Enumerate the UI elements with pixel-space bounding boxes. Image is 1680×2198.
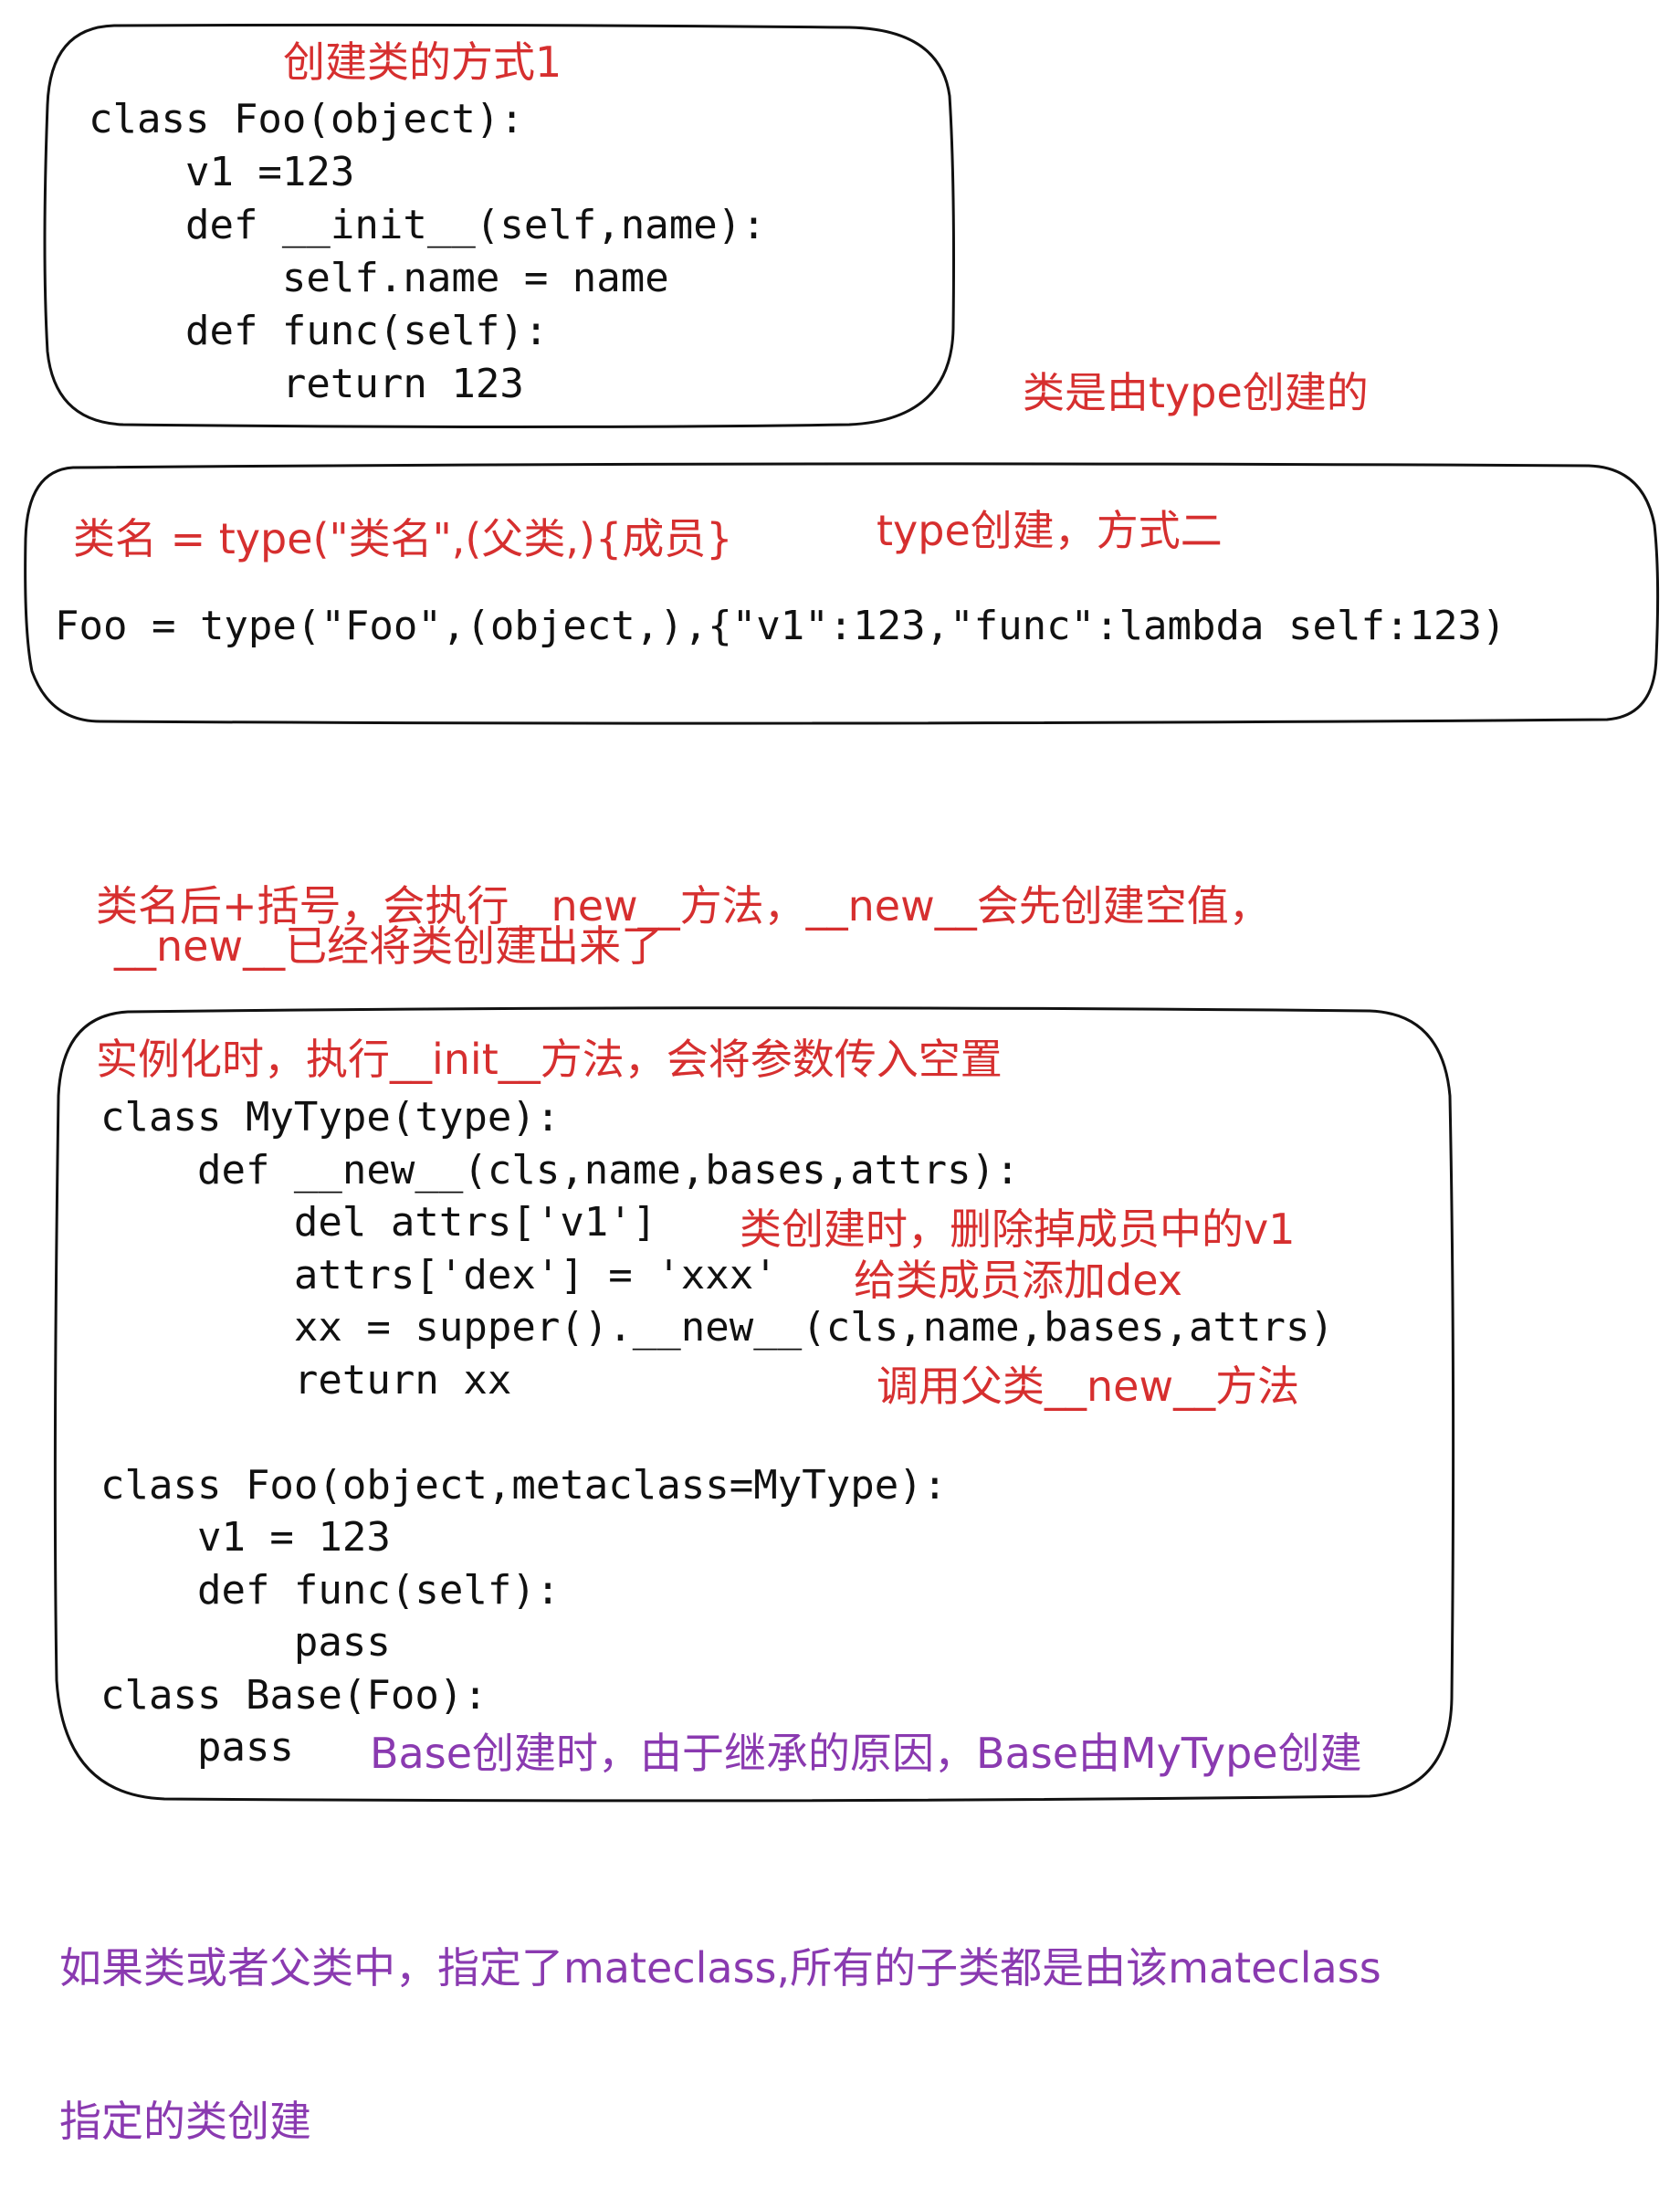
code-line: def __new__(cls,name,bases,attrs): — [100, 1146, 1020, 1194]
code-line: xx = supper().__new__(cls,name,bases,att… — [100, 1304, 1335, 1351]
box1-title: 创建类的方式1 — [283, 37, 562, 87]
code-line: v1 =123 — [89, 149, 355, 195]
annotation-add-dex: 给类成员添加dex — [854, 1256, 1182, 1305]
explain-line: 实例化时，执行__init__方法，会将参数传入空置 — [96, 1035, 1003, 1084]
code-line: def __init__(self,name): — [89, 202, 766, 248]
box1-code: class Foo(object): v1 =123 def __init__(… — [89, 93, 766, 411]
note-type-creates-class: 类是由type创建的 — [1023, 368, 1369, 417]
footer-metaclass-note: 如果类或者父类中，指定了mateclass,所有的子类都是由该mateclass… — [59, 1840, 1381, 2198]
code-line: pass — [100, 1619, 391, 1666]
code-line: def func(self): — [100, 1566, 561, 1614]
box2-example: Foo = type("Foo",(object,),{"v1":123,"fu… — [55, 603, 1507, 649]
box3-code: class MyType(type): def __new__(cls,name… — [100, 1091, 1334, 1774]
explain-new-created: __new__已经将类创建出来了 — [114, 921, 664, 971]
code-line: return 123 — [89, 361, 524, 407]
code-line: self.name = name — [89, 255, 669, 301]
footer-line: 指定的类创建 — [59, 2097, 311, 2146]
footer-line: 如果类或者父类中，指定了mateclass,所有的子类都是由该mateclass — [59, 1943, 1381, 1993]
box2-outline — [24, 462, 1660, 725]
box2-syntax: 类名 = type("类名",(父类,){成员} — [73, 514, 733, 563]
box2-label: type创建，方式二 — [877, 506, 1223, 555]
code-line: v1 = 123 — [100, 1514, 391, 1561]
annotation-base-mytype: Base创建时，由于继承的原因，Base由MyType创建 — [370, 1729, 1362, 1778]
code-line: class Foo(object,metaclass=MyType): — [100, 1461, 948, 1509]
code-line: class Foo(object): — [89, 96, 524, 142]
code-line: class Base(Foo): — [100, 1671, 488, 1719]
code-line: def func(self): — [89, 308, 549, 354]
annotation-del-v1: 类创建时，删除掉成员中的v1 — [740, 1204, 1296, 1254]
annotation-call-super-new: 调用父类__new__方法 — [877, 1362, 1300, 1411]
code-line: class MyType(type): — [100, 1094, 561, 1141]
